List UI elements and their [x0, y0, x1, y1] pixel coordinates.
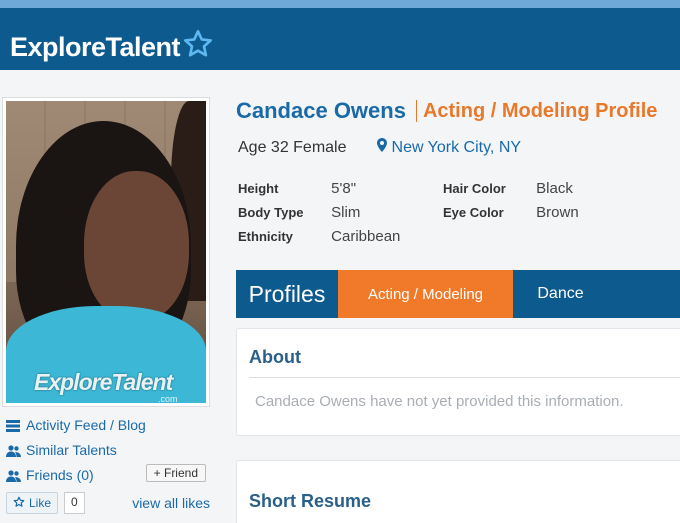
about-section: About Candace Owens have not yet provide… — [236, 328, 680, 436]
location-link[interactable]: New York City, NY — [376, 138, 522, 157]
map-pin-icon — [376, 138, 392, 157]
profiles-title: Profiles — [248, 280, 326, 307]
about-divider — [249, 377, 680, 378]
profile-type: Acting / Modeling Profile — [422, 99, 658, 122]
body-type-value: Slim — [331, 204, 361, 221]
activity-feed-link[interactable]: Activity Feed / Blog — [6, 412, 210, 437]
location-text: New York City, NY — [391, 138, 522, 156]
eye-color-value: Brown — [536, 204, 579, 221]
view-all-likes-link[interactable]: view all likes — [132, 495, 210, 511]
profiles-tab-bar: Profiles Acting / Modeling Dance — [236, 270, 680, 318]
sidebar-links: Activity Feed / Blog Similar Talents Fri… — [6, 412, 210, 487]
similar-talents-label: Similar Talents — [26, 441, 117, 458]
profile-heading: Candace Owens Acting / Modeling Profile — [236, 98, 657, 124]
profile-name: Candace Owens — [236, 98, 406, 123]
eye-color-attr: Eye Color Brown — [443, 204, 579, 221]
add-friend-button[interactable]: + Friend — [145, 464, 206, 482]
site-header: ExploreTalent — [0, 8, 680, 70]
activity-feed-label: Activity Feed / Blog — [26, 416, 146, 433]
about-message: Candace Owens have not yet provided this… — [255, 393, 624, 410]
profile-photo[interactable]: ExploreTalent .com — [6, 101, 206, 403]
like-count: 0 — [64, 492, 85, 514]
about-heading: About — [249, 347, 301, 367]
height-value: 5'8" — [331, 180, 357, 197]
users-icon — [6, 469, 21, 482]
height-attr: Height 5'8" — [238, 180, 356, 197]
photo-watermark-sub: .com — [158, 394, 178, 403]
friends-label: Friends (0) — [26, 466, 94, 483]
tab-dance[interactable]: Dance — [513, 270, 608, 318]
body-type-attr: Body Type Slim — [238, 204, 360, 221]
tab-acting-modeling[interactable]: Acting / Modeling — [338, 270, 513, 318]
list-icon — [6, 419, 20, 432]
heading-divider — [415, 100, 417, 122]
users-icon — [6, 444, 21, 457]
age-gender: Age 32 Female — [238, 138, 347, 156]
star-icon — [13, 496, 25, 511]
like-button[interactable]: Like — [6, 492, 59, 514]
site-logo[interactable]: ExploreTalent — [10, 28, 214, 67]
profile-photo-card: ExploreTalent .com — [2, 97, 210, 407]
like-row: Like 0 view all likes — [6, 491, 210, 515]
like-label: Like — [29, 496, 52, 510]
ethnicity-value: Caribbean — [331, 228, 401, 245]
similar-talents-link[interactable]: Similar Talents — [6, 437, 210, 462]
logo-text: ExploreTalent — [10, 32, 181, 62]
body-type-label: Body Type — [238, 205, 304, 220]
ethnicity-label: Ethnicity — [238, 229, 293, 244]
height-label: Height — [238, 181, 279, 196]
top-accent-strip — [0, 0, 680, 8]
hair-color-value: Black — [536, 180, 573, 197]
profile-summary: Age 32 Female New York City, NY — [238, 138, 521, 157]
short-resume-heading: Short Resume — [249, 491, 372, 511]
short-resume-section: Short Resume — [236, 460, 680, 523]
hair-color-attr: Hair Color Black — [443, 180, 573, 197]
photo-watermark: ExploreTalent — [34, 369, 173, 395]
eye-color-label: Eye Color — [443, 205, 504, 220]
hair-color-label: Hair Color — [443, 181, 506, 196]
ethnicity-attr: Ethnicity Caribbean — [238, 228, 400, 245]
star-icon — [182, 28, 214, 67]
